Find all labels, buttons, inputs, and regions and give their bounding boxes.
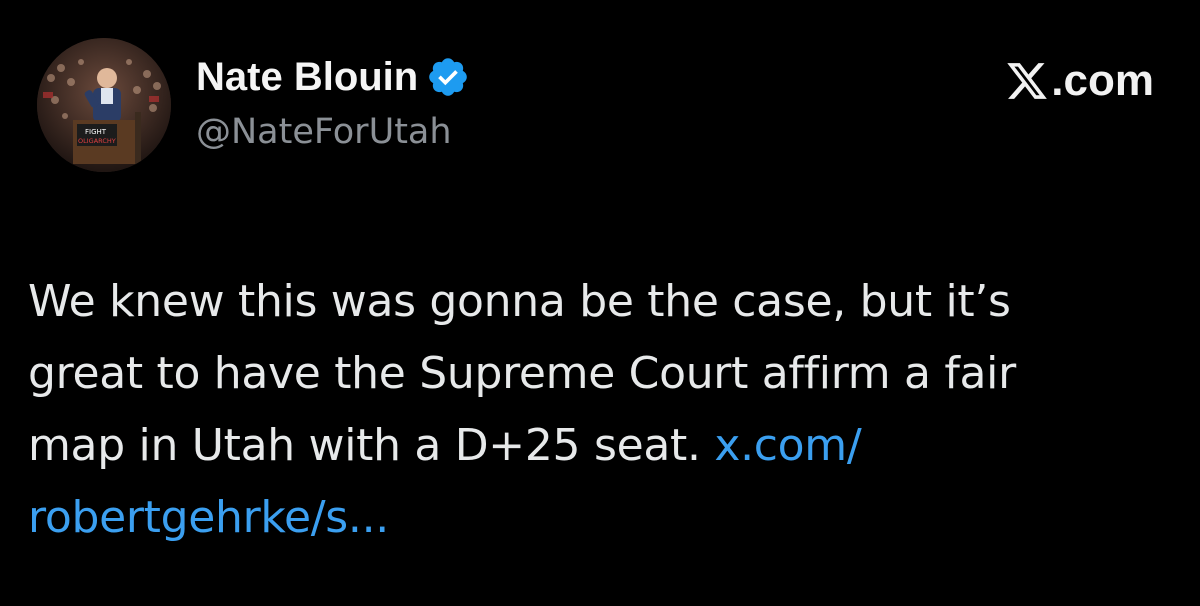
tweet-line: We knew this was gonna be the case, but …	[28, 276, 1011, 327]
avatar-photo: FIGHT OLIGARCHY	[37, 38, 171, 172]
tweet-line-text: map in Utah with a D+25 seat.	[28, 420, 715, 471]
verified-badge-icon	[429, 58, 468, 96]
author-block: Nate Blouin @NateForUtah	[196, 52, 470, 152]
name-row: Nate Blouin	[196, 52, 470, 102]
avatar[interactable]: FIGHT OLIGARCHY	[37, 38, 171, 172]
tweet-link-continued[interactable]: robertgehrke/s...	[28, 492, 389, 543]
tweet-line-link-continued: robertgehrke/s...	[28, 482, 1158, 554]
tweet-link[interactable]: x.com/	[714, 420, 861, 471]
tweet-card: FIGHT OLIGARCHY Nate Blouin @NateForUtah…	[0, 0, 1200, 606]
brand-label: .com	[1051, 56, 1154, 105]
display-name[interactable]: Nate Blouin	[196, 55, 418, 100]
brand-link[interactable]: .com	[1005, 56, 1154, 106]
sign-text-top: FIGHT	[85, 128, 107, 136]
sign-text-bottom: OLIGARCHY	[78, 137, 116, 145]
tweet-line-with-link: map in Utah with a D+25 seat. x.com/	[28, 410, 1158, 482]
tweet-text: We knew this was gonna be the case, but …	[28, 266, 1158, 554]
handle[interactable]: @NateForUtah	[196, 112, 470, 152]
x-logo-icon	[1007, 63, 1048, 99]
tweet-line: great to have the Supreme Court affirm a…	[28, 348, 1016, 399]
